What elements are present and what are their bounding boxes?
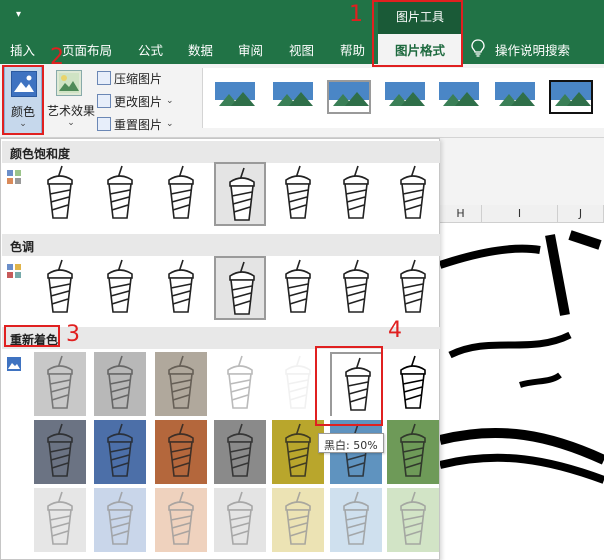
recolor-light-option[interactable] xyxy=(214,488,266,552)
recolor-dark-option[interactable] xyxy=(214,420,266,484)
annotation-number-3: 3 xyxy=(66,322,80,347)
saturation-option[interactable] xyxy=(94,162,146,226)
saturation-option[interactable] xyxy=(330,162,382,226)
compress-pictures-button[interactable]: 压缩图片 xyxy=(97,68,162,88)
tab-data[interactable]: 数据 xyxy=(188,40,213,59)
title-bar: ▾ 图片工具 xyxy=(0,0,604,34)
recolor-dark-option[interactable] xyxy=(34,420,86,484)
change-picture-label: 更改图片 xyxy=(114,94,163,109)
saturation-option[interactable] xyxy=(214,162,266,226)
tell-me-search[interactable]: 操作说明搜索 xyxy=(495,40,570,59)
chevron-down-icon: ⌄ xyxy=(67,118,75,128)
compress-label: 压缩图片 xyxy=(114,71,163,86)
tone-option[interactable] xyxy=(387,256,439,320)
saturation-option[interactable] xyxy=(272,162,324,226)
recolor-light-option[interactable] xyxy=(34,488,86,552)
tone-option[interactable] xyxy=(94,256,146,320)
change-picture-button[interactable]: 更改图片 ⌄ xyxy=(97,91,174,111)
saturation-option[interactable] xyxy=(155,162,207,226)
picture-style-thumb[interactable] xyxy=(271,80,315,114)
artistic-effects-button[interactable]: 艺术效果 ⌄ xyxy=(46,66,96,134)
annotation-box-picture-format xyxy=(372,0,463,67)
tab-formulas[interactable]: 公式 xyxy=(138,40,163,59)
tab-review[interactable]: 审阅 xyxy=(238,40,263,59)
column-header-j[interactable]: J xyxy=(558,205,604,223)
saturation-section-header: 颜色饱和度 xyxy=(2,141,440,163)
recolor-dark-option[interactable] xyxy=(94,420,146,484)
saturation-icon xyxy=(7,170,21,184)
recolor-light-option[interactable] xyxy=(387,488,439,552)
annotation-box-black-white xyxy=(315,346,383,426)
recolor-dark-option[interactable] xyxy=(155,420,207,484)
tone-option[interactable] xyxy=(272,256,324,320)
recolor-option[interactable] xyxy=(94,352,146,416)
tab-help[interactable]: 帮助 xyxy=(340,40,365,59)
compress-icon xyxy=(97,71,111,85)
tab-page-layout[interactable]: 页面布局 xyxy=(62,40,112,59)
picture-style-thumb[interactable] xyxy=(437,80,481,114)
recolor-option[interactable] xyxy=(387,352,439,416)
recolor-option[interactable] xyxy=(34,352,86,416)
annotation-box-color xyxy=(2,65,44,135)
picture-styles-gallery xyxy=(202,68,604,128)
picture-style-thumb[interactable] xyxy=(493,80,537,114)
picture-style-thumb[interactable] xyxy=(327,80,371,114)
tone-option[interactable] xyxy=(34,256,86,320)
recolor-light-option[interactable] xyxy=(94,488,146,552)
reset-picture-label: 重置图片 xyxy=(114,117,163,132)
annotation-number-1: 1 xyxy=(349,2,363,27)
tab-insert[interactable]: 插入 xyxy=(10,40,35,59)
picture-style-thumb[interactable] xyxy=(549,80,593,114)
recolor-light-option[interactable] xyxy=(155,488,207,552)
recolor-option[interactable] xyxy=(155,352,207,416)
change-picture-icon xyxy=(97,94,111,108)
tone-option[interactable] xyxy=(214,256,266,320)
saturation-option[interactable] xyxy=(387,162,439,226)
annotation-number-4: 4 xyxy=(388,318,402,343)
recolor-dark-option[interactable] xyxy=(272,420,324,484)
picture-style-thumb[interactable] xyxy=(383,80,427,114)
chevron-down-icon: ⌄ xyxy=(166,96,174,106)
thumbnail-tooltip: 黑白: 50% xyxy=(318,433,384,453)
chevron-down-icon: ⌄ xyxy=(166,119,174,129)
quick-access-menu-icon[interactable]: ▾ xyxy=(16,9,21,20)
saturation-option[interactable] xyxy=(34,162,86,226)
annotation-number-2: 2 xyxy=(50,45,64,70)
tone-option[interactable] xyxy=(330,256,382,320)
tab-view[interactable]: 视图 xyxy=(289,40,314,59)
reset-picture-button[interactable]: 重置图片 ⌄ xyxy=(97,114,174,134)
lightbulb-icon xyxy=(471,39,485,57)
recolor-option[interactable] xyxy=(214,352,266,416)
recolor-light-option[interactable] xyxy=(272,488,324,552)
artistic-effects-icon xyxy=(56,70,82,96)
tone-icon xyxy=(7,264,21,278)
recolor-light-option[interactable] xyxy=(330,488,382,552)
annotation-box-recolor xyxy=(4,325,60,347)
column-header-i[interactable]: I xyxy=(482,205,558,223)
recolor-icon xyxy=(7,357,21,371)
artistic-effects-label: 艺术效果 xyxy=(46,104,95,118)
column-header-h[interactable]: H xyxy=(440,205,482,223)
tone-option[interactable] xyxy=(155,256,207,320)
tone-section-header: 色调 xyxy=(2,234,440,256)
reset-picture-icon xyxy=(97,117,111,131)
worksheet-area[interactable] xyxy=(438,205,604,560)
recolor-dark-option[interactable] xyxy=(387,420,439,484)
picture-style-thumb[interactable] xyxy=(213,80,257,114)
sketch-picture-preview[interactable] xyxy=(438,205,604,560)
